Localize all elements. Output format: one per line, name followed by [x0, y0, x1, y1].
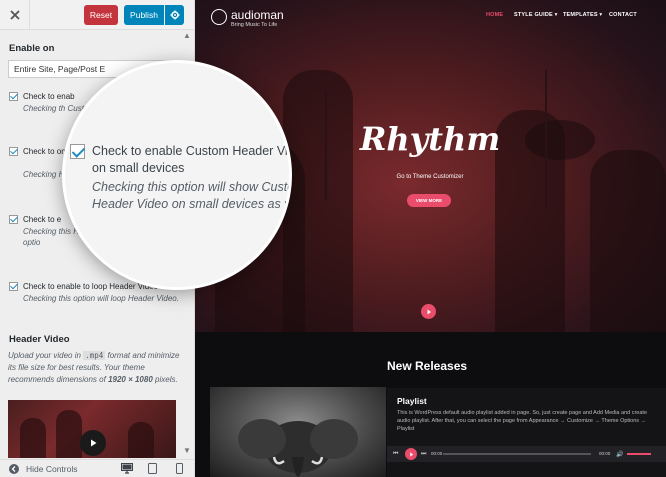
play-icon: [91, 439, 97, 447]
option-description: Checking this option will loop Header Vi…: [23, 294, 179, 303]
checkbox[interactable]: [9, 92, 18, 101]
hero-play-button[interactable]: [421, 304, 436, 319]
magnified-checkbox[interactable]: [70, 144, 85, 159]
hero-title: Rhythm: [359, 120, 501, 158]
site-tagline: Bring Music To Life: [231, 22, 278, 28]
player-play-button[interactable]: [405, 448, 417, 460]
scroll-down-arrow-icon[interactable]: ▼: [183, 446, 191, 455]
playlist-title: Playlist: [397, 396, 427, 406]
playlist-widget: Playlist This is WordPress default audio…: [387, 388, 666, 477]
magnifier-callout: Check to enable Custom Header Video on s…: [62, 60, 292, 290]
view-more-button[interactable]: VIEW MORE: [407, 194, 451, 207]
nav-contact[interactable]: CONTACT: [609, 12, 637, 18]
mobile-preview-icon[interactable]: [176, 463, 183, 474]
customizer-topbar: Reset Publish: [0, 0, 194, 30]
nav-templates[interactable]: TEMPLATES ▾: [563, 12, 602, 18]
nav-home[interactable]: HOME: [486, 12, 503, 18]
close-customizer-button[interactable]: [0, 0, 30, 30]
next-track-icon[interactable]: ⏭: [421, 451, 426, 458]
site-title[interactable]: audioman: [231, 8, 284, 22]
gear-icon: [170, 10, 179, 20]
header-video-thumbnail[interactable]: [8, 400, 176, 458]
scroll-up-arrow-icon[interactable]: ▲: [183, 31, 191, 40]
header-video-label: Header Video: [9, 334, 70, 345]
album-cover-image[interactable]: [210, 387, 386, 477]
header-video-description: Upload your video in .mp4 format and min…: [8, 351, 180, 384]
site-logo-icon[interactable]: [211, 9, 227, 25]
new-releases-heading: New Releases: [387, 359, 468, 373]
hero-subtitle[interactable]: Go to Theme Customizer: [355, 174, 505, 180]
progress-bar[interactable]: [443, 453, 591, 455]
checkbox[interactable]: [9, 147, 18, 156]
nav-style-guide[interactable]: STYLE GUIDE ▾: [514, 12, 558, 18]
video-play-button[interactable]: [80, 430, 106, 456]
playlist-description: This is WordPress default audio playlist…: [397, 410, 647, 432]
checkbox[interactable]: [9, 215, 18, 224]
volume-icon[interactable]: 🔊: [616, 451, 623, 458]
previous-track-icon[interactable]: ⏮: [393, 451, 398, 458]
publish-settings-button[interactable]: [165, 5, 184, 25]
current-time: 00:00: [431, 451, 443, 456]
hide-controls-icon[interactable]: [9, 464, 19, 474]
magnified-option-description: Checking this option will show Custom He…: [92, 180, 292, 211]
audio-player: ⏮ ⏭ 00:00 00:00 🔊: [387, 446, 666, 462]
close-icon: [9, 10, 20, 20]
customizer-footer: Hide Controls: [0, 459, 194, 477]
volume-slider[interactable]: [627, 453, 651, 455]
desktop-preview-icon[interactable]: [121, 463, 133, 474]
play-icon: [409, 451, 413, 457]
tablet-preview-icon[interactable]: [148, 463, 157, 474]
duration: 00:00: [599, 451, 611, 456]
hide-controls-button[interactable]: Hide Controls: [26, 464, 78, 474]
enable-on-label: Enable on: [9, 43, 55, 54]
magnified-option-title: Check to enable Custom Header Video on s…: [92, 144, 292, 175]
publish-button[interactable]: Publish: [124, 5, 164, 25]
checkbox[interactable]: [9, 282, 18, 291]
reset-button[interactable]: Reset: [84, 5, 118, 25]
play-icon: [427, 309, 431, 314]
